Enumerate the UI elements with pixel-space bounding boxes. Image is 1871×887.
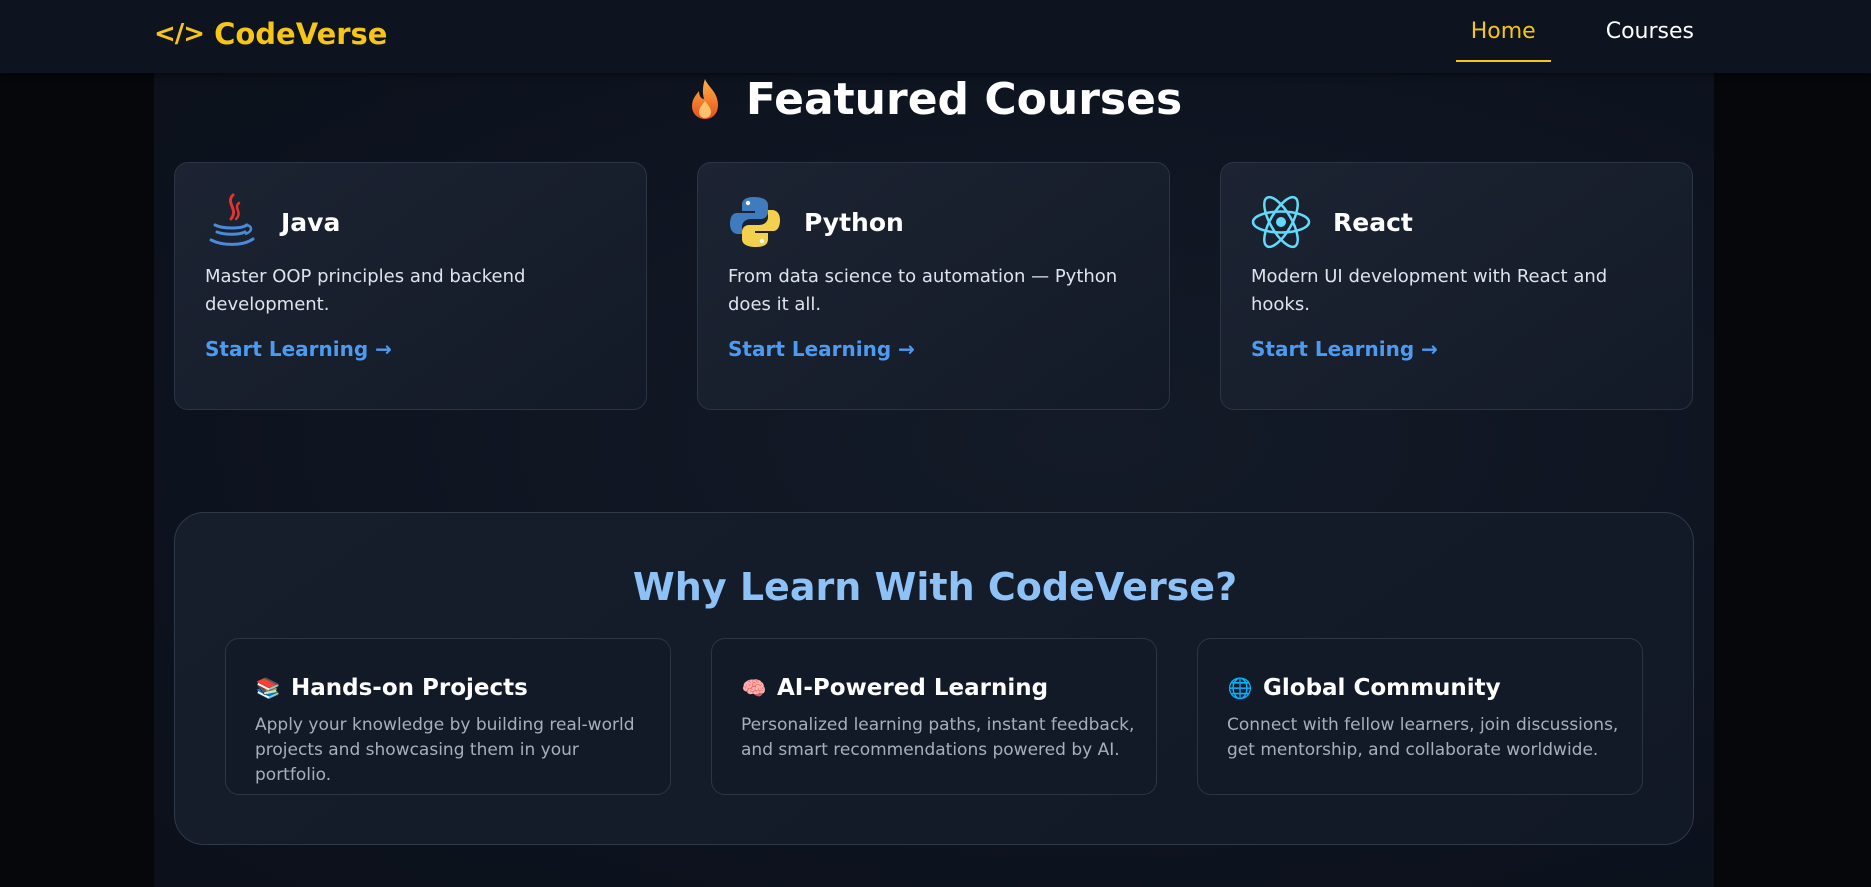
fire-icon: [686, 77, 724, 121]
course-description: From data science to automation — Python…: [728, 266, 1118, 315]
course-description: Modern UI development with React and hoo…: [1251, 266, 1608, 315]
globe-icon: 🌐: [1227, 676, 1253, 700]
main-nav: Home Courses: [1455, 0, 1709, 73]
feature-title: Hands-on Projects: [291, 675, 528, 701]
start-learning-link[interactable]: Start Learning →: [728, 337, 915, 361]
code-brackets-icon: </>: [154, 19, 205, 49]
feature-card-community: 🌐 Global Community Connect with fellow l…: [1197, 638, 1643, 795]
brain-icon: 🧠: [741, 676, 767, 700]
course-card-react: React Modern UI development with React a…: [1220, 162, 1693, 410]
course-name: React: [1333, 207, 1413, 237]
featured-title-text: Featured Courses: [745, 73, 1183, 125]
course-card-java: Java Master OOP principles and backend d…: [174, 162, 647, 410]
books-icon: 📚: [255, 676, 281, 700]
feature-description: Personalized learning paths, instant fee…: [741, 715, 1135, 760]
course-card-python: Python From data science to automation —…: [697, 162, 1170, 410]
why-learn-heading: Why Learn With CodeVerse?: [632, 565, 1238, 609]
feature-description: Connect with fellow learners, join discu…: [1227, 715, 1619, 760]
nav-home[interactable]: Home: [1455, 0, 1551, 62]
feature-description: Apply your knowledge by building real-wo…: [255, 715, 635, 785]
course-description: Master OOP principles and backend develo…: [205, 266, 526, 315]
course-name: Python: [804, 207, 904, 237]
brand-logo[interactable]: </> CodeVerse: [154, 17, 387, 51]
nav-courses[interactable]: Courses: [1591, 0, 1709, 62]
course-name: Java: [281, 207, 341, 237]
top-navbar: </> CodeVerse Home Courses: [0, 0, 1871, 73]
react-icon: [1251, 193, 1311, 251]
feature-title: Global Community: [1263, 675, 1501, 701]
feature-title: AI-Powered Learning: [777, 675, 1049, 701]
main-content: Featured Courses Java Master OOP princip…: [154, 73, 1714, 887]
feature-card-projects: 📚 Hands-on Projects Apply your knowledge…: [225, 638, 671, 795]
brand-name: CodeVerse: [214, 17, 388, 51]
featured-courses-heading: Featured Courses: [154, 73, 1714, 125]
python-icon: [728, 193, 782, 251]
start-learning-link[interactable]: Start Learning →: [205, 337, 392, 361]
java-icon: [205, 193, 259, 251]
why-learn-section: Why Learn With CodeVerse? 📚 Hands-on Pro…: [174, 512, 1694, 845]
feature-card-ai: 🧠 AI-Powered Learning Personalized learn…: [711, 638, 1157, 795]
start-learning-link[interactable]: Start Learning →: [1251, 337, 1438, 361]
